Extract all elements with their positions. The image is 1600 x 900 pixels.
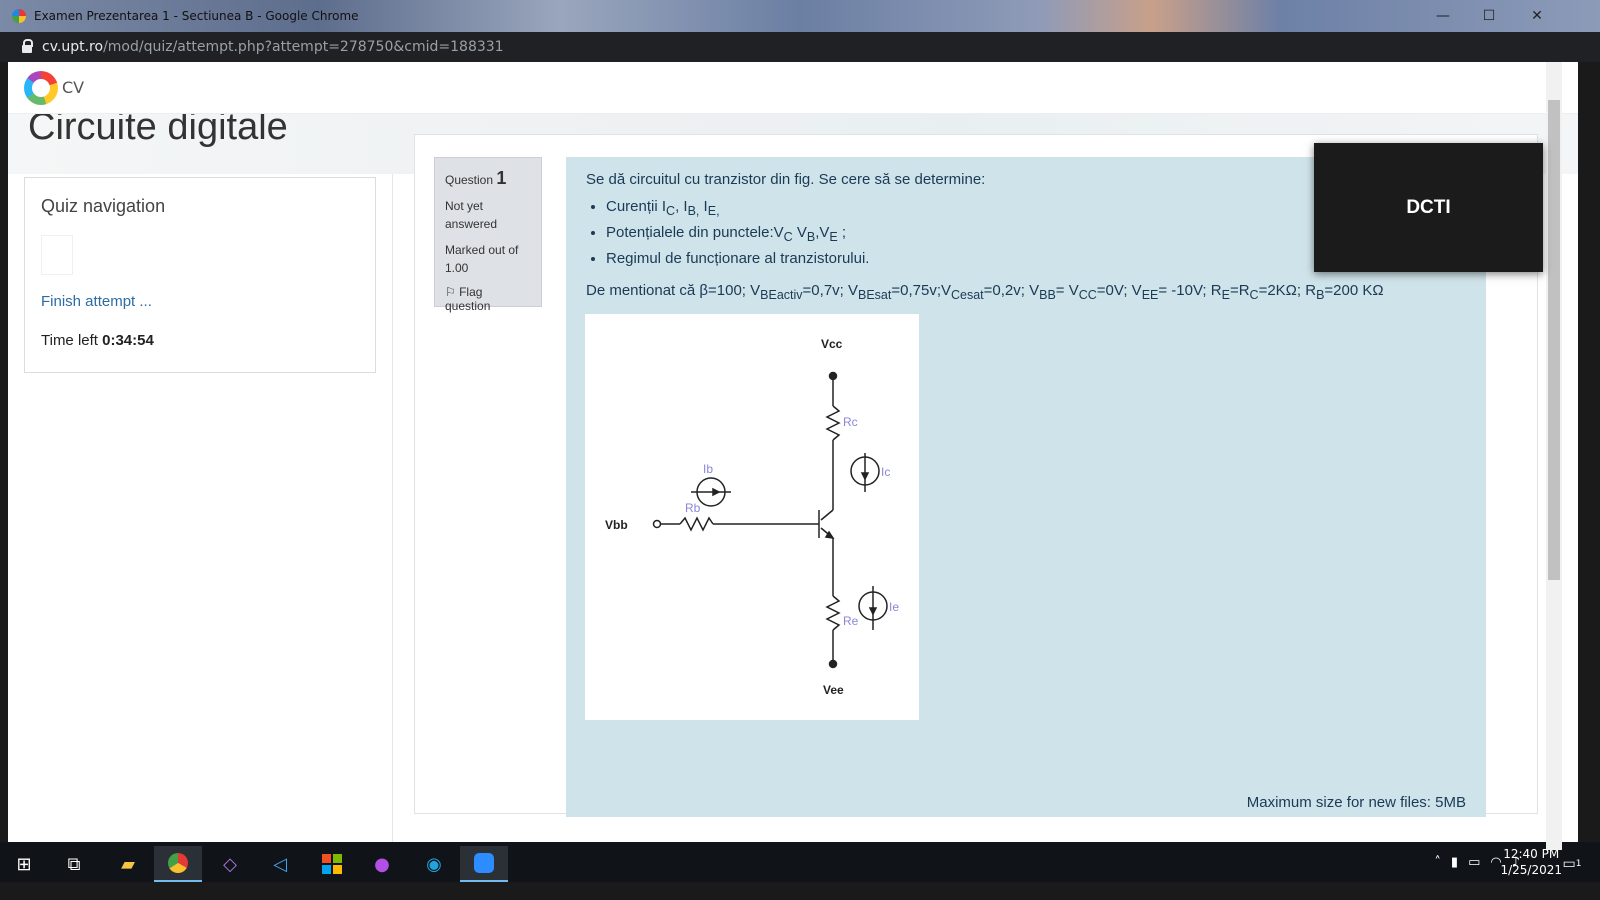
taskbar: ⊞ ⧉ ▰ ◇ ◁ ● ◉ ˄ ▮ ▭ ◠ ♪ 12:40 PM 1/25/20… <box>0 842 1600 882</box>
chevron-up-icon[interactable]: ˄ <box>1434 855 1441 870</box>
battery-icon[interactable]: ▭ <box>1468 855 1480 870</box>
circuit-diagram: Vcc Vee Vbb Rc Re Rb Ib Ic Ie <box>605 337 899 697</box>
time-left-value: 0:34:54 <box>102 332 154 349</box>
vbb-label: Vbb <box>605 518 628 532</box>
microphone-icon[interactable]: ▮ <box>1451 855 1458 870</box>
notification-center-icon[interactable]: ▭ 1 <box>1552 846 1592 882</box>
file-explorer-icon[interactable]: ▰ <box>104 846 152 882</box>
site-name[interactable]: CV <box>62 78 84 97</box>
url-path: /mod/quiz/attempt.php?attempt=278750&cmi… <box>103 39 504 55</box>
notification-count: 1 <box>1575 859 1582 869</box>
messenger-icon[interactable]: ● <box>358 846 406 882</box>
flag-question-button[interactable]: ⚐ Flag question <box>445 285 531 313</box>
dcti-overlay: DCTI <box>1314 143 1543 272</box>
close-button[interactable]: ✕ <box>1514 0 1560 32</box>
task-view-icon[interactable]: ⧉ <box>50 846 98 882</box>
site-logo-icon[interactable] <box>24 70 58 105</box>
chrome-icon <box>12 9 26 23</box>
time-left-label: Time left <box>41 332 98 349</box>
store-icon[interactable] <box>308 846 356 882</box>
site-header: CV <box>8 62 1578 114</box>
page-scrollbar[interactable] <box>1546 62 1562 850</box>
quiz-navigation-block: Quiz navigation Finish attempt ... Time … <box>24 177 376 373</box>
circuit-figure: Vcc Vee Vbb Rc Re Rb Ib Ic Ie <box>585 314 919 720</box>
re-label: Re <box>843 614 859 628</box>
vee-label: Vee <box>823 683 844 697</box>
quiz-navigation-title: Quiz navigation <box>41 196 166 216</box>
window-titlebar: Examen Prezentarea 1 - Sectiunea B - Goo… <box>0 0 1600 32</box>
chrome-taskbar-icon[interactable] <box>154 846 202 882</box>
flag-icon: ⚐ <box>445 285 460 299</box>
windows-start-icon[interactable]: ⊞ <box>0 846 48 882</box>
address-bar[interactable]: cv.upt.ro/mod/quiz/attempt.php?attempt=2… <box>0 32 1600 62</box>
question-nav-button-1[interactable] <box>41 235 73 275</box>
vcc-label: Vcc <box>821 337 843 351</box>
scrollbar-thumb[interactable] <box>1548 100 1560 580</box>
minimize-button[interactable]: — <box>1420 0 1466 32</box>
window-title: Examen Prezentarea 1 - Sectiunea B - Goo… <box>34 9 359 23</box>
question-status: Not yet answered <box>445 199 498 231</box>
rb-label: Rb <box>685 501 701 515</box>
finish-attempt-link[interactable]: Finish attempt ... <box>41 293 152 310</box>
question-note: De mentionat că β=100; VBEactiv=0,7v; VB… <box>586 282 1384 302</box>
ie-label: Ie <box>889 600 899 614</box>
ic-label: Ic <box>881 465 890 479</box>
max-file-size: Maximum size for new files: 5MB <box>1246 794 1466 811</box>
maximize-button[interactable]: ☐ <box>1466 0 1512 32</box>
visual-studio-icon[interactable]: ◇ <box>206 846 254 882</box>
lock-icon <box>22 39 33 53</box>
question-number: Question 1 <box>445 168 507 188</box>
edge-icon[interactable]: ◉ <box>410 846 458 882</box>
question-marks: Marked out of 1.00 <box>445 243 519 275</box>
question-info: Question 1 Not yet answered Marked out o… <box>434 157 542 313</box>
zoom-icon[interactable] <box>460 846 508 882</box>
vscode-icon[interactable]: ◁ <box>256 846 304 882</box>
time-left: Time left 0:34:54 <box>41 332 154 349</box>
url-host: cv.upt.ro <box>42 39 104 55</box>
ib-label: Ib <box>703 462 713 476</box>
rc-label: Rc <box>843 415 858 429</box>
